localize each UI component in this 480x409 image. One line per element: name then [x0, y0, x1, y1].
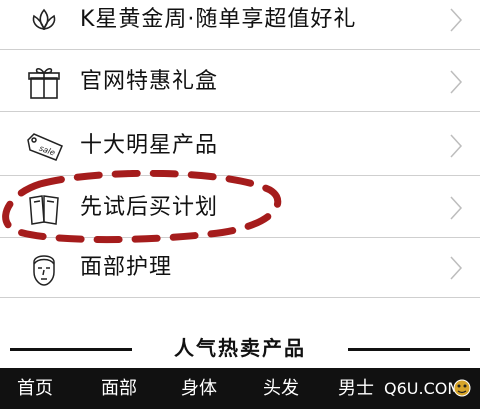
menu-item-face-care[interactable]: 面部护理	[0, 238, 480, 298]
face-icon	[33, 255, 55, 286]
lotus-icon	[32, 8, 56, 30]
sale-tag-icon: sale	[27, 133, 63, 161]
chevron-right-icon	[450, 70, 463, 94]
bottom-nav: 首页 面部 身体 头发 男士 Q6U.COM	[0, 368, 480, 409]
nav-tab-body[interactable]: 身体	[164, 368, 234, 409]
menu-item-label: K星黄金周·随单享超值好礼	[80, 7, 357, 32]
menu-item-label: 十大明星产品	[80, 133, 219, 158]
section-divider	[348, 348, 470, 351]
menu-item-try-before-buy[interactable]: 先试后买计划	[0, 178, 480, 238]
menu-item-golden-week[interactable]: K星黄金周·随单享超值好礼	[0, 0, 480, 50]
menu-item-label: 官网特惠礼盒	[80, 69, 219, 94]
watermark-logo-icon	[453, 379, 471, 397]
nav-tab-face[interactable]: 面部	[84, 368, 154, 409]
menu-item-label: 面部护理	[80, 255, 173, 280]
nav-tab-men[interactable]: 男士	[328, 368, 384, 409]
chevron-right-icon	[450, 8, 463, 32]
menu-item-top-ten[interactable]: sale 十大明星产品	[0, 116, 480, 176]
chevron-right-icon	[450, 256, 463, 280]
chevron-right-icon	[450, 196, 463, 220]
gift-box-icon	[28, 67, 60, 99]
menu-item-gift-box[interactable]: 官网特惠礼盒	[0, 52, 480, 112]
nav-tab-home[interactable]: 首页	[2, 368, 68, 409]
menu-item-label: 先试后买计划	[80, 195, 219, 220]
nav-tab-hair[interactable]: 头发	[246, 368, 316, 409]
sample-cards-icon	[29, 195, 59, 225]
chevron-right-icon	[450, 134, 463, 158]
svg-text:sale: sale	[38, 144, 56, 158]
section-header: 人气热卖产品	[0, 328, 480, 368]
